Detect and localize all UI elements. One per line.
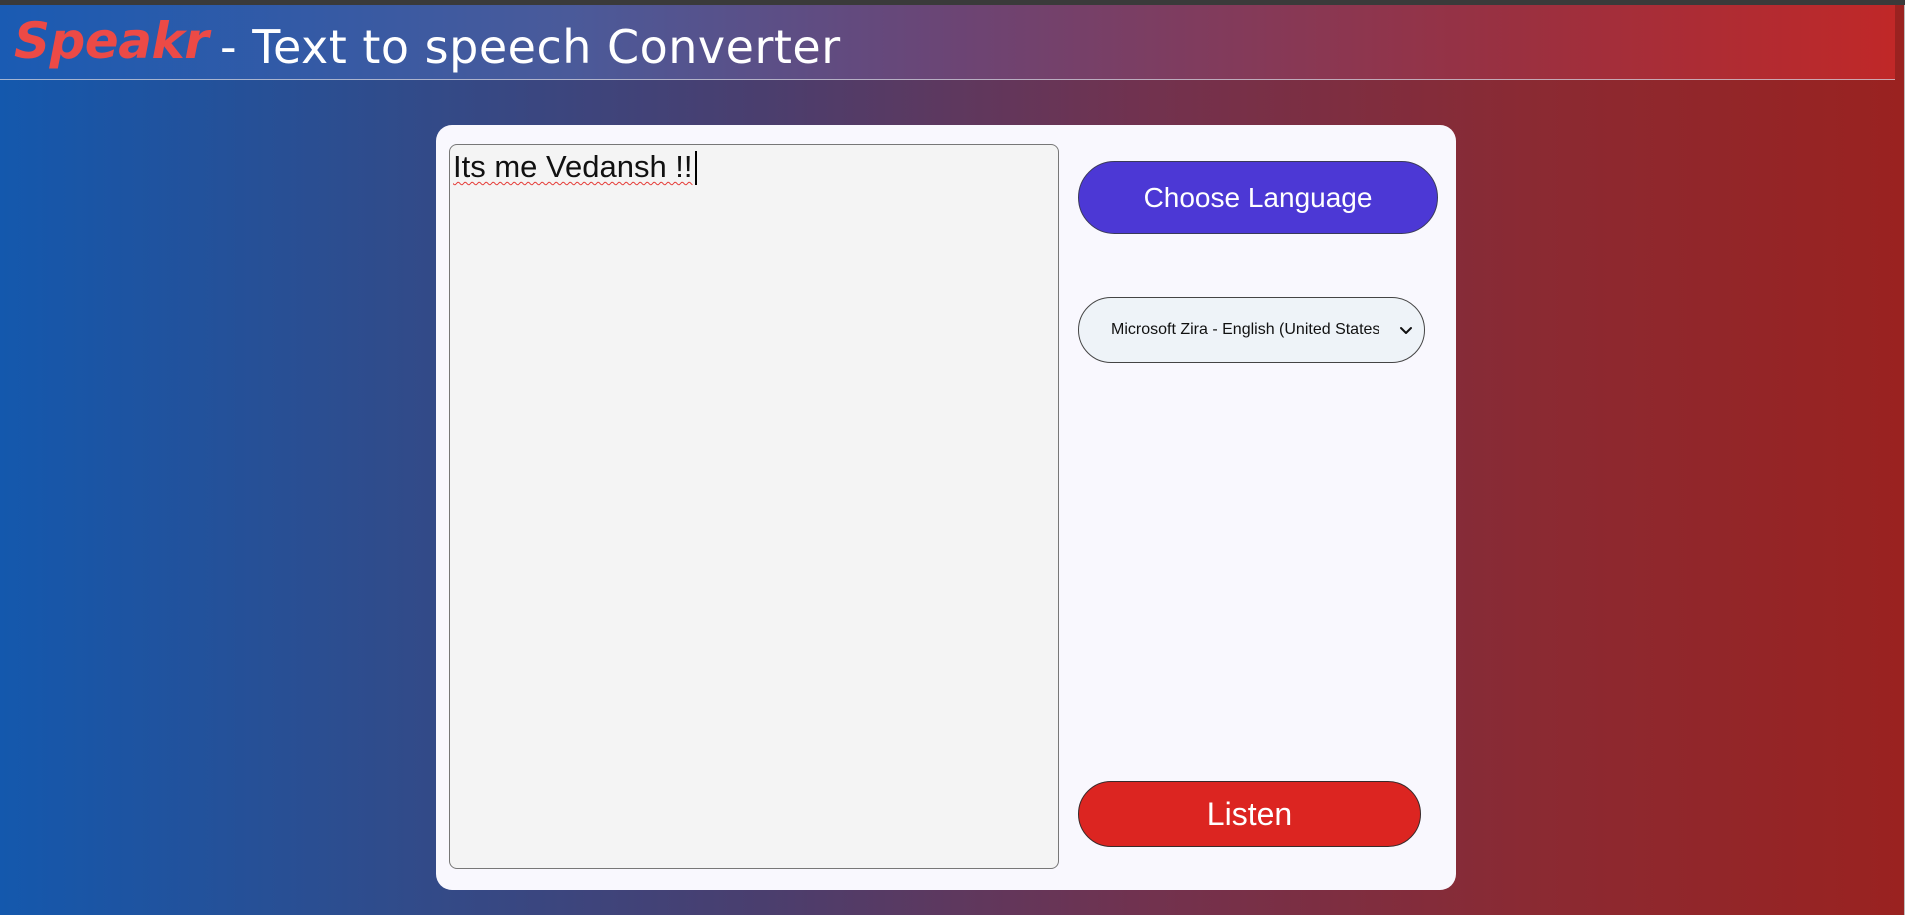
page-title: - Text to speech Converter [220,20,841,74]
chevron-down-icon [1400,327,1412,334]
app-header: Speakr - Text to speech Converter [0,5,1895,80]
converter-card: Its me Vedansh !! Choose Language Micros… [436,125,1456,890]
voice-select-value: Microsoft Zira - English (United States) [1111,321,1379,338]
text-input-value: Its me Vedansh !! [453,149,693,184]
listen-button[interactable]: Listen [1078,781,1421,847]
brand-logo: Speakr [14,12,209,70]
choose-language-button[interactable]: Choose Language [1078,161,1438,234]
text-cursor [695,151,697,185]
text-input-area[interactable]: Its me Vedansh !! [449,144,1059,869]
voice-select[interactable]: Microsoft Zira - English (United States) [1078,297,1425,363]
